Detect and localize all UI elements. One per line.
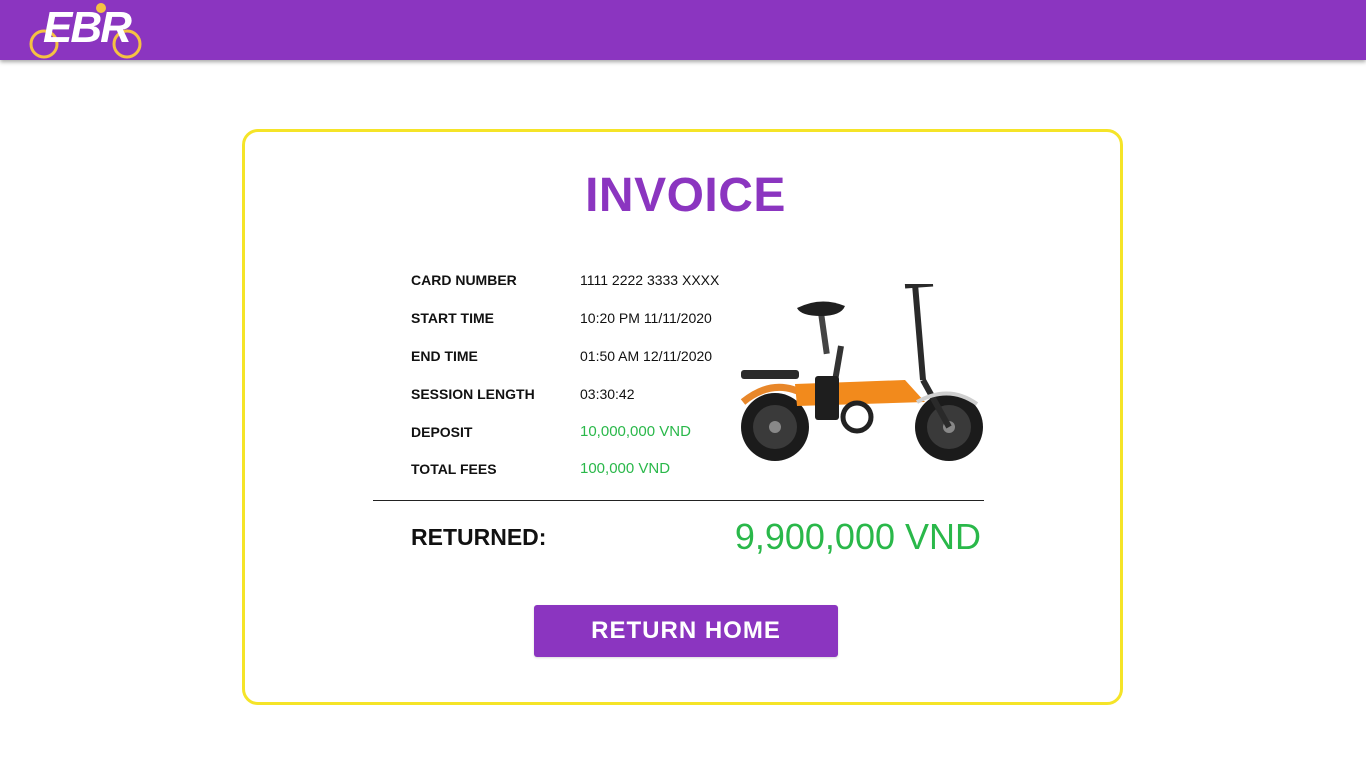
- total-fees-value: 100,000 VND: [580, 460, 671, 477]
- returned-amount: 9,900,000 VND: [734, 516, 981, 557]
- return-home-button[interactable]: RETURN HOME: [534, 605, 838, 657]
- deposit-label: DEPOSIT: [411, 424, 473, 440]
- logo-text: EBR: [43, 3, 132, 52]
- returned-label: RETURNED:: [411, 524, 547, 550]
- divider: [373, 500, 984, 501]
- end-time-label: END TIME: [411, 348, 478, 364]
- session-length-label: SESSION LENGTH: [411, 386, 535, 402]
- invoice-title: INVOICE: [585, 169, 786, 222]
- end-time-value: 01:50 AM 12/11/2020: [580, 348, 713, 364]
- total-fees-label: TOTAL FEES: [411, 461, 497, 477]
- start-time-label: START TIME: [411, 310, 494, 326]
- top-navbar: EBR: [0, 0, 1366, 60]
- session-length-value: 03:30:42: [580, 386, 635, 402]
- deposit-value: 10,000,000 VND: [580, 423, 691, 440]
- invoice-card: INVOICE CARD NUMBER 1111 2222 3333 XXXX …: [242, 129, 1123, 705]
- ebike-image: [740, 284, 983, 461]
- ebr-logo[interactable]: EBR: [26, 0, 146, 60]
- card-number-value: 1111 2222 3333 XXXX: [580, 272, 720, 288]
- card-number-label: CARD NUMBER: [411, 272, 517, 288]
- start-time-value: 10:20 PM 11/11/2020: [580, 310, 712, 326]
